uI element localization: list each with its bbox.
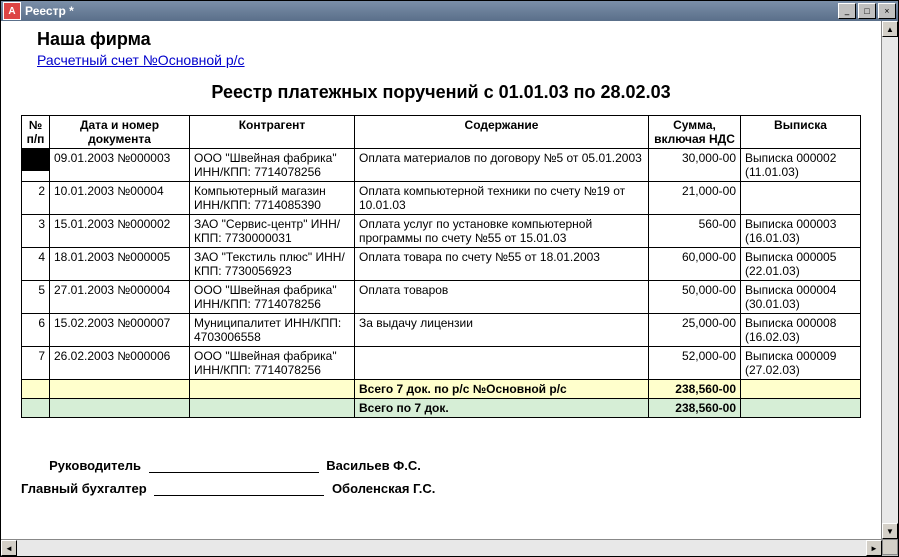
cell-partner: Муниципалитет ИНН/КПП: 4703006558 — [190, 314, 355, 347]
cell-sum: 60,000-00 — [649, 248, 741, 281]
col-ref: Выписка — [741, 116, 861, 149]
cell-num: 3 — [22, 215, 50, 248]
signatures: Руководитель Васильев Ф.С. Главный бухга… — [21, 458, 861, 496]
total-sum: 238,560-00 — [649, 399, 741, 418]
titlebar: А Реестр * _ □ × — [1, 1, 898, 21]
table-body: 09.01.2003 №000003ООО "Швейная фабрика" … — [22, 149, 861, 380]
scroll-down-button[interactable]: ▼ — [882, 523, 898, 539]
head-label: Руководитель — [21, 458, 141, 473]
cell-sum: 560-00 — [649, 215, 741, 248]
app-window: А Реестр * _ □ × Наша фирма Расчетный сч… — [0, 0, 899, 557]
cell-sum: 25,000-00 — [649, 314, 741, 347]
scroll-right-button[interactable]: ► — [866, 540, 882, 556]
close-button[interactable]: × — [878, 3, 896, 19]
selection-marker — [22, 149, 49, 171]
vertical-scrollbar[interactable]: ▲ ▼ — [881, 21, 898, 539]
cell-num: 6 — [22, 314, 50, 347]
company-name: Наша фирма — [37, 29, 861, 50]
cell-desc — [355, 347, 649, 380]
cell-partner: Компьютерный магазин ИНН/КПП: 7714085390 — [190, 182, 355, 215]
col-num: № п/п — [22, 116, 50, 149]
cell-sum: 52,000-00 — [649, 347, 741, 380]
table-row[interactable]: 210.01.2003 №00004Компьютерный магазин И… — [22, 182, 861, 215]
hscroll-track[interactable] — [17, 540, 866, 556]
table-row[interactable]: 726.02.2003 №000006ООО "Швейная фабрика"… — [22, 347, 861, 380]
cell-ref: Выписка 000003 (16.01.03) — [741, 215, 861, 248]
col-desc: Содержание — [355, 116, 649, 149]
table-header-row: № п/п Дата и номер документа Контрагент … — [22, 116, 861, 149]
cell-num — [22, 149, 50, 182]
register-table: № п/п Дата и номер документа Контрагент … — [21, 115, 861, 418]
content-area: Наша фирма Расчетный счет №Основной р/с … — [1, 21, 898, 539]
subtotal-label: Всего 7 док. по р/с №Основной р/с — [355, 380, 649, 399]
document-title: Реестр платежных поручений с 01.01.03 по… — [21, 82, 861, 103]
head-name: Васильев Ф.С. — [326, 458, 421, 473]
table-row[interactable]: 418.01.2003 №000005ЗАО "Текстиль плюс" И… — [22, 248, 861, 281]
scroll-corner — [882, 539, 898, 555]
cell-ref: Выписка 000004 (30.01.03) — [741, 281, 861, 314]
cell-partner: ООО "Швейная фабрика" ИНН/КПП: 771407825… — [190, 149, 355, 182]
cell-num: 4 — [22, 248, 50, 281]
cell-desc: Оплата материалов по договору №5 от 05.0… — [355, 149, 649, 182]
table-row[interactable]: 315.01.2003 №000002ЗАО "Сервис-центр" ИН… — [22, 215, 861, 248]
cell-ref: Выписка 000009 (27.02.03) — [741, 347, 861, 380]
table-row[interactable]: 527.01.2003 №000004ООО "Швейная фабрика"… — [22, 281, 861, 314]
col-sum: Сумма, включая НДС — [649, 116, 741, 149]
cell-partner: ООО "Швейная фабрика" ИНН/КПП: 771407825… — [190, 281, 355, 314]
cell-date: 18.01.2003 №000005 — [50, 248, 190, 281]
cell-desc: Оплата товара по счету №55 от 18.01.2003 — [355, 248, 649, 281]
cell-num: 5 — [22, 281, 50, 314]
col-partner: Контрагент — [190, 116, 355, 149]
window-title: Реестр * — [25, 4, 836, 18]
cell-num: 7 — [22, 347, 50, 380]
head-sign-line — [149, 472, 319, 473]
total-row: Всего по 7 док. 238,560-00 — [22, 399, 861, 418]
cell-partner: ЗАО "Текстиль плюс" ИНН/КПП: 7730056923 — [190, 248, 355, 281]
signature-accountant: Главный бухгалтер Оболенская Г.С. — [21, 481, 861, 496]
cell-desc: Оплата услуг по установке компьютерной п… — [355, 215, 649, 248]
cell-date: 10.01.2003 №00004 — [50, 182, 190, 215]
acc-label: Главный бухгалтер — [21, 481, 147, 496]
cell-desc: За выдачу лицензии — [355, 314, 649, 347]
document-body: Наша фирма Расчетный счет №Основной р/с … — [1, 21, 881, 539]
minimize-button[interactable]: _ — [838, 3, 856, 19]
cell-sum: 50,000-00 — [649, 281, 741, 314]
vscroll-track[interactable] — [882, 37, 898, 523]
cell-date: 27.01.2003 №000004 — [50, 281, 190, 314]
acc-name: Оболенская Г.С. — [332, 481, 435, 496]
cell-date: 15.01.2003 №000002 — [50, 215, 190, 248]
cell-desc: Оплата компьютерной техники по счету №19… — [355, 182, 649, 215]
scroll-left-button[interactable]: ◄ — [1, 540, 17, 556]
cell-ref: Выписка 000005 (22.01.03) — [741, 248, 861, 281]
subtotal-row: Всего 7 док. по р/с №Основной р/с 238,56… — [22, 380, 861, 399]
cell-ref: Выписка 000002 (11.01.03) — [741, 149, 861, 182]
cell-sum: 30,000-00 — [649, 149, 741, 182]
col-date: Дата и номер документа — [50, 116, 190, 149]
table-row[interactable]: 09.01.2003 №000003ООО "Швейная фабрика" … — [22, 149, 861, 182]
cell-date: 26.02.2003 №000006 — [50, 347, 190, 380]
acc-sign-line — [154, 495, 324, 496]
cell-ref: Выписка 000008 (16.02.03) — [741, 314, 861, 347]
cell-num: 2 — [22, 182, 50, 215]
cell-partner: ЗАО "Сервис-центр" ИНН/КПП: 7730000031 — [190, 215, 355, 248]
cell-date: 15.02.2003 №000007 — [50, 314, 190, 347]
signature-head: Руководитель Васильев Ф.С. — [21, 458, 861, 473]
cell-date: 09.01.2003 №000003 — [50, 149, 190, 182]
horizontal-scrollbar[interactable]: ◄ ► — [1, 539, 882, 556]
total-label: Всего по 7 док. — [355, 399, 649, 418]
subtotal-sum: 238,560-00 — [649, 380, 741, 399]
maximize-button[interactable]: □ — [858, 3, 876, 19]
app-icon: А — [3, 2, 21, 20]
account-link[interactable]: Расчетный счет №Основной р/с — [37, 52, 245, 68]
cell-partner: ООО "Швейная фабрика" ИНН/КПП: 771407825… — [190, 347, 355, 380]
cell-ref — [741, 182, 861, 215]
bottom-scroll-row: ◄ ► — [1, 539, 898, 556]
table-row[interactable]: 615.02.2003 №000007Муниципалитет ИНН/КПП… — [22, 314, 861, 347]
scroll-up-button[interactable]: ▲ — [882, 21, 898, 37]
cell-sum: 21,000-00 — [649, 182, 741, 215]
cell-desc: Оплата товаров — [355, 281, 649, 314]
